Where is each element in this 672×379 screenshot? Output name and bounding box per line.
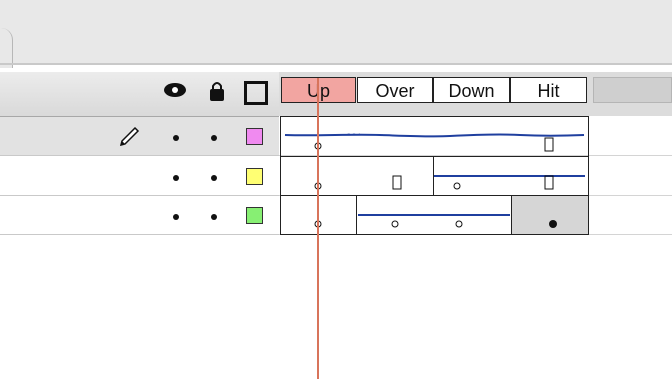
frame-label-spacer [593,77,672,103]
top-bar [0,0,672,64]
layer-row[interactable] [0,157,279,196]
lock-dot[interactable] [211,175,217,181]
layer-row[interactable] [0,196,279,235]
frame-label-hit[interactable]: Hit [510,77,587,103]
frame-label-down[interactable]: Down [433,77,510,103]
top-bar-divider [0,63,672,65]
playhead-line[interactable] [317,78,319,379]
layer-color-swatch[interactable] [246,207,263,224]
layer-color-swatch[interactable] [246,168,263,185]
layer-header [0,72,279,117]
lock-dot[interactable] [211,214,217,220]
lock-dot[interactable] [211,135,217,141]
frame-label-over[interactable]: Over [357,77,433,103]
eye-icon[interactable] [162,79,188,106]
layer-row[interactable] [0,117,279,156]
visibility-dot[interactable] [173,175,179,181]
lock-icon[interactable] [207,79,227,108]
timeline-tweens [284,133,585,228]
pencil-icon [118,124,142,153]
outline-square-icon[interactable] [244,81,268,105]
visibility-dot[interactable] [173,135,179,141]
top-bar-corner [0,28,13,68]
layer-color-swatch[interactable] [246,128,263,145]
visibility-dot[interactable] [173,214,179,220]
